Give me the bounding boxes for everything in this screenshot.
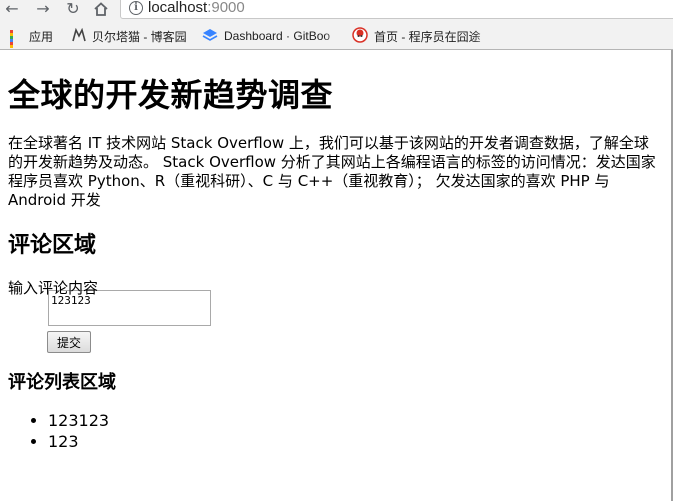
comment-list: 123123 123 xyxy=(8,410,663,452)
bookmark-homepage[interactable]: 首页 - 程序员在囧途 xyxy=(352,24,492,48)
browser-toolbar: ← → ↻ i localhost:9000 xyxy=(0,0,673,22)
cat-icon xyxy=(72,27,86,45)
label-fade xyxy=(324,24,342,48)
label-fade xyxy=(474,24,492,48)
submit-button[interactable]: 提交 xyxy=(47,331,91,353)
comment-list-title: 评论列表区域 xyxy=(8,372,116,393)
list-item: 123123 xyxy=(48,410,663,431)
page-title: 全球的开发新趋势调查 xyxy=(8,76,334,114)
bookmark-gitbook[interactable]: Dashboard · GitBoo xyxy=(202,24,342,48)
back-arrow-icon[interactable]: ← xyxy=(2,0,22,18)
bookmark-cnblogs[interactable]: 贝尔塔猫 - 博客园 xyxy=(72,24,187,48)
bookmark-label: Dashboard · GitBoo xyxy=(224,29,331,43)
list-item: 123 xyxy=(48,431,663,452)
info-icon[interactable]: i xyxy=(129,1,143,15)
comment-section-title: 评论区域 xyxy=(8,233,97,258)
url-host: localhost xyxy=(148,0,208,16)
reload-icon[interactable]: ↻ xyxy=(63,0,83,18)
comment-input[interactable]: 123123 xyxy=(48,290,211,326)
url-text[interactable]: localhost:9000 xyxy=(148,0,245,16)
url-port: :9000 xyxy=(207,0,245,16)
intro-paragraph: 在全球著名 IT 技术网站 Stack Overflow 上，我们可以基于该网站… xyxy=(8,134,656,209)
home-icon[interactable] xyxy=(91,0,111,18)
forward-arrow-icon[interactable]: → xyxy=(33,0,53,18)
address-bar[interactable]: i localhost:9000 xyxy=(120,0,673,19)
bookmark-apps[interactable]: 应用 xyxy=(10,24,53,48)
browser-chrome: ← → ↻ i localhost:9000 应用 贝尔塔猫 - 博客园 Das… xyxy=(0,0,673,50)
bookmark-label: 贝尔塔猫 - 博客园 xyxy=(92,29,187,44)
bookmarks-bar: 应用 贝尔塔猫 - 博客园 Dashboard · GitBoo 首页 - 程序… xyxy=(0,24,673,48)
apps-grid-icon xyxy=(10,29,23,48)
page-content: 全球的开发新趋势调查 在全球著名 IT 技术网站 Stack Overflow … xyxy=(8,50,663,452)
bookmark-label: 首页 - 程序员在囧途 xyxy=(374,29,481,44)
gitbook-icon xyxy=(202,28,218,45)
avatar-icon xyxy=(352,26,368,46)
bookmark-label: 应用 xyxy=(29,29,54,44)
comment-form: 输入评论内容 123123 提交 xyxy=(8,279,663,353)
